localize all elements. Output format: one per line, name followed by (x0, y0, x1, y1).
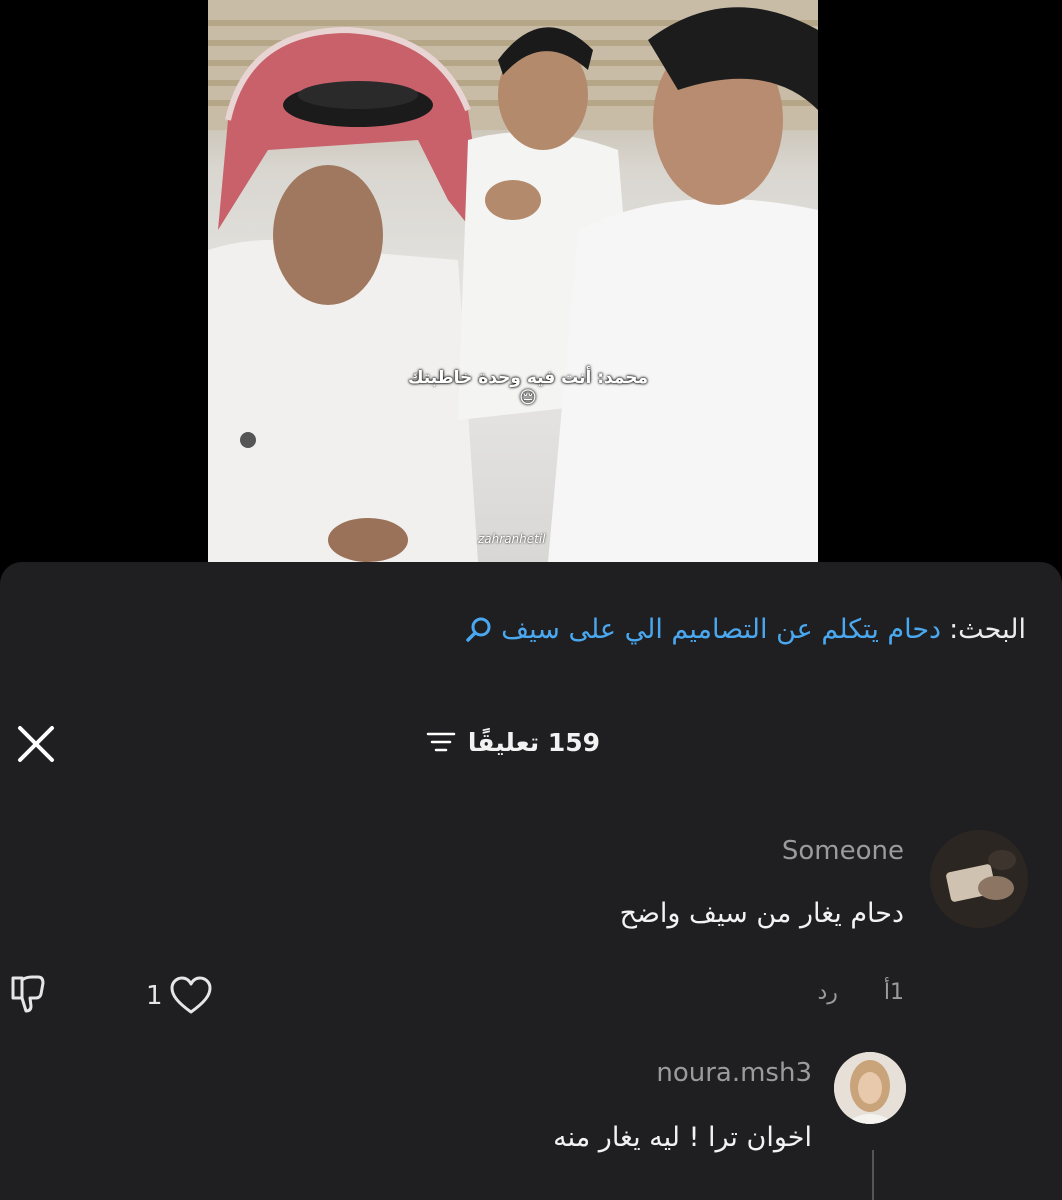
comment-text: اخوان ترا ! ليه يغار منه (553, 1122, 812, 1153)
comment-time: 1أ (883, 980, 904, 1005)
comment-text: دحام يغار من سيف واضح (619, 898, 904, 929)
comment-count: 159 تعليقًا (467, 727, 600, 757)
like-count: 1 (146, 981, 163, 1011)
thread-divider (872, 1150, 874, 1200)
close-icon (18, 726, 54, 762)
video-caption: محمد: أنت فيه وحدة خاطبتك 😔 (407, 368, 649, 408)
search-icon (465, 616, 493, 644)
comments-sheet: البحث: دحام يتكلم عن التصاميم الي على سي… (0, 562, 1062, 1200)
avatar-image (930, 830, 1028, 928)
comment-username[interactable]: Someone (782, 836, 904, 866)
thumbs-down-icon (11, 975, 45, 1013)
video-watermark: zahranhetil (478, 532, 546, 546)
close-button[interactable] (16, 724, 56, 764)
dislike-button[interactable] (10, 974, 46, 1014)
heart-icon (170, 976, 212, 1014)
search-prefix: البحث: (949, 614, 1026, 645)
video-player[interactable]: محمد: أنت فيه وحدة خاطبتك 😔 zahranhetil (208, 0, 818, 562)
search-query-link[interactable]: دحام يتكلم عن التصاميم الي على سيف (501, 614, 941, 645)
avatar[interactable] (834, 1052, 906, 1124)
comment-meta: 1أ رد (817, 980, 904, 1005)
avatar-image (834, 1052, 906, 1124)
reply-button[interactable]: رد (817, 980, 837, 1005)
sort-filter-icon[interactable] (426, 730, 456, 754)
video-area[interactable]: محمد: أنت فيه وحدة خاطبتك 😔 zahranhetil (0, 0, 1062, 562)
avatar[interactable] (930, 830, 1028, 928)
comment-username[interactable]: noura.msh3 (656, 1058, 812, 1088)
comments-header: 159 تعليقًا (400, 722, 600, 762)
video-frame-image (208, 0, 818, 562)
search-suggestion[interactable]: البحث: دحام يتكلم عن التصاميم الي على سي… (465, 614, 1026, 645)
like-button[interactable]: 1 (146, 976, 213, 1016)
